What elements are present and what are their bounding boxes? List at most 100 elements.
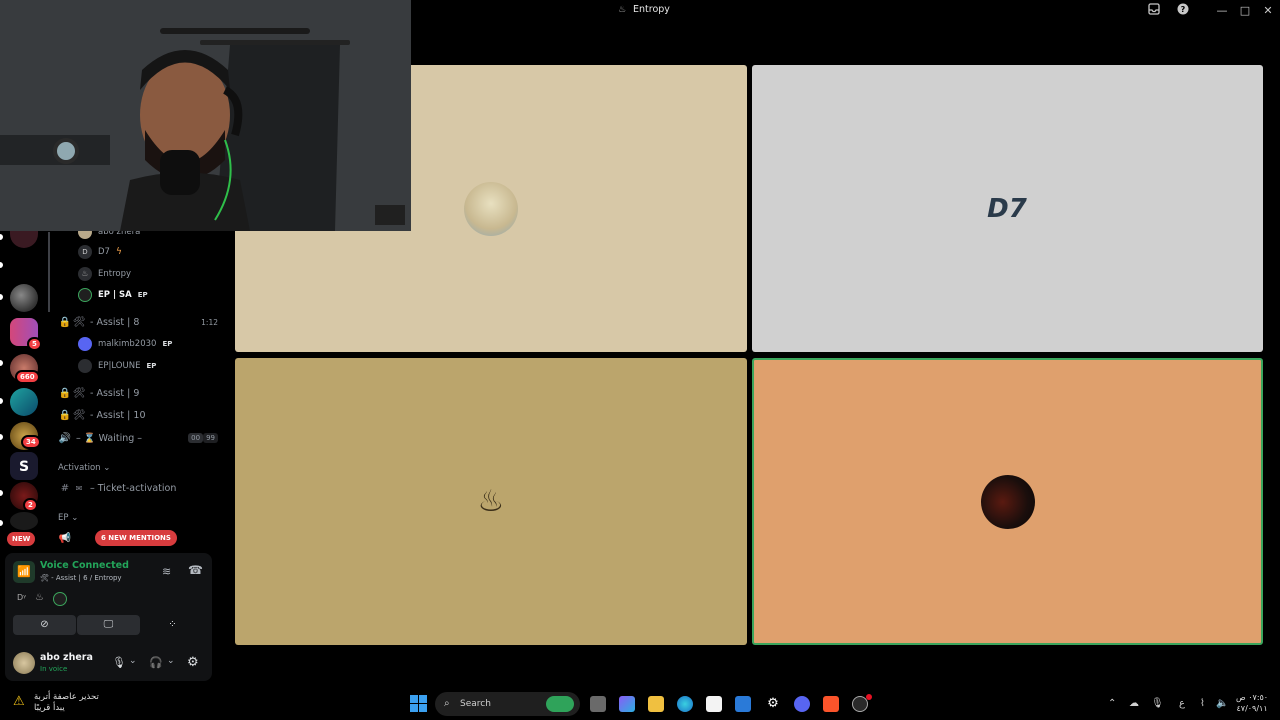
volume-icon[interactable]: 🔈 [1216,698,1228,709]
brave-browser-icon[interactable] [823,696,839,712]
chevron-down-icon: ⌄ [103,463,111,473]
discord-icon[interactable] [794,696,810,712]
warning-icon[interactable]: ⚠ [13,694,25,709]
server-icon[interactable] [10,388,38,416]
lock-icon: 🔒 [58,387,72,399]
server-icon[interactable] [10,230,38,248]
wifi-icon[interactable]: ⌇ [1200,698,1205,709]
d7-logo-avatar: D7 [987,194,1027,224]
server-icon[interactable] [10,284,38,312]
channel-list: abo zhera D D7 ϟ ♨ Entropy EP | SA EP 🔒 … [48,222,218,552]
hash-icon: # [60,482,70,494]
camera-off-button[interactable]: ⊘ [13,615,76,635]
server-badge: 2 [23,498,38,512]
onedrive-icon[interactable]: ☁ [1129,698,1139,709]
voice-member[interactable]: malkimb2030 EP [78,334,172,354]
server-icon[interactable] [10,512,38,530]
member-name: EP | SA [98,290,132,300]
screen: ♨ Entropy ? — □ ✕ 5 660 34 S 2 NEW abo z… [0,0,1280,720]
chevron-up-icon[interactable]: ⌃ [1108,698,1116,709]
video-tile[interactable]: ♨ [235,358,747,645]
screen-share-button[interactable]: 🖵 [77,615,140,635]
chevron-down-icon[interactable]: ⌄ [167,656,175,666]
unread-pip [0,520,3,526]
voice-member[interactable]: EP | SA EP [78,285,148,305]
taskbar [0,688,1280,720]
copilot-icon[interactable] [619,696,635,712]
search-highlight-icon [546,696,574,712]
user-name[interactable]: abo zhera [40,652,93,663]
new-mentions-pill[interactable]: 6 NEW MENTIONS [95,530,177,546]
svg-text:?: ? [1181,5,1186,14]
task-view-icon[interactable] [590,696,606,712]
tools-icon: 🛠 [72,409,86,421]
clock-time: ٠٧:٥٠ ص [1236,693,1269,702]
avatar-speaking[interactable] [53,592,67,606]
server-tag: EP [146,362,157,370]
tools-icon: 🛠 [40,574,49,582]
headphones-icon[interactable]: 🎧 [149,656,163,669]
frog-guitar-avatar [464,182,518,236]
member-name: Entropy [98,269,132,279]
voice-member[interactable]: EP|LOUNE EP [78,356,156,376]
voice-location[interactable]: 🛠 - Assist | 6 / Entropy [40,574,122,582]
windows-start-icon[interactable] [410,695,427,716]
taskbar-search[interactable]: ⌕ Search [435,692,580,716]
user-status: In voice [40,665,68,673]
speaker-icon: 🔊 [58,432,72,444]
microphone-icon[interactable]: 🎙 [112,656,126,669]
d7-avatar[interactable]: Dᵞ [17,593,26,602]
minimize-icon[interactable]: — [1214,3,1230,19]
disconnect-icon[interactable]: ☎ [188,563,203,577]
chevron-down-icon[interactable]: ⌄ [129,656,137,666]
megaphone-icon: 📢 [58,532,72,544]
unread-pip [0,490,3,496]
tools-icon: 🛠 [72,316,86,328]
video-tile-speaking[interactable] [752,358,1263,645]
webcam-feed [0,0,411,231]
channel-name: – ⌛ Waiting – [76,432,143,444]
file-explorer-icon[interactable] [648,696,664,712]
window-title-text: Entropy [633,4,670,15]
voice-member[interactable]: ♨ Entropy [78,264,131,284]
user-avatar[interactable] [13,652,35,674]
store-icon[interactable] [706,696,722,712]
search-icon: ⌕ [444,698,450,709]
voice-channel-assist-10[interactable]: 🔒 🛠 - Assist | 10 [58,405,146,425]
voice-member[interactable]: D D7 ϟ [78,242,122,262]
activities-button[interactable]: ⁘ [141,615,204,635]
maximize-icon[interactable]: □ [1237,3,1253,19]
new-pill[interactable]: NEW [7,532,36,546]
voice-channel-assist-9[interactable]: 🔒 🛠 - Assist | 9 [58,383,140,403]
unread-pip [0,294,3,300]
entropy-logo-icon[interactable]: ♨ [35,592,44,603]
server-badge: 34 [21,435,41,449]
unread-pip [0,434,3,440]
edge-browser-icon[interactable] [677,696,693,712]
voice-channel-waiting[interactable]: 🔊 – ⌛ Waiting – 00 99 [58,428,218,448]
server-icon[interactable]: S [10,452,38,480]
language-indicator[interactable]: ع [1179,698,1185,709]
signal-icon[interactable]: 📶 [13,561,35,583]
category-activation[interactable]: Activation ⌄ [58,463,110,473]
announcement-channel[interactable]: 📢 [58,528,72,548]
microphone-icon[interactable]: 🎙 [1151,698,1164,709]
discord-avatar [78,337,92,351]
close-icon[interactable]: ✕ [1260,3,1276,19]
settings-gear-icon[interactable]: ⚙ [187,655,199,670]
taskbar-clock[interactable]: ٠٧:٥٠ ص ٤٧/٠٩/١١ [1236,692,1268,714]
weather-widget[interactable]: تحذير عاصفة أتربة يبدأ قريبًا [34,692,99,714]
help-icon[interactable]: ? [1175,3,1191,19]
inbox-icon[interactable] [1146,3,1162,19]
voice-channel-assist-8[interactable]: 🔒 🛠 - Assist | 8 1:12 [58,312,218,332]
window-title: ♨ Entropy [618,4,670,15]
category-ep[interactable]: EP ⌄ [58,513,78,523]
text-channel-ticket-activation[interactable]: # ✉ – Ticket-activation [58,478,177,498]
avatar [78,359,92,373]
video-tile[interactable]: D7 [752,65,1263,352]
mail-icon[interactable] [735,696,751,712]
settings-icon[interactable]: ⚙ [765,696,781,712]
server-rail: 5 660 34 S 2 [0,230,48,550]
voice-status[interactable]: Voice Connected [40,560,129,571]
noise-suppression-icon[interactable]: ≋ [162,565,171,578]
